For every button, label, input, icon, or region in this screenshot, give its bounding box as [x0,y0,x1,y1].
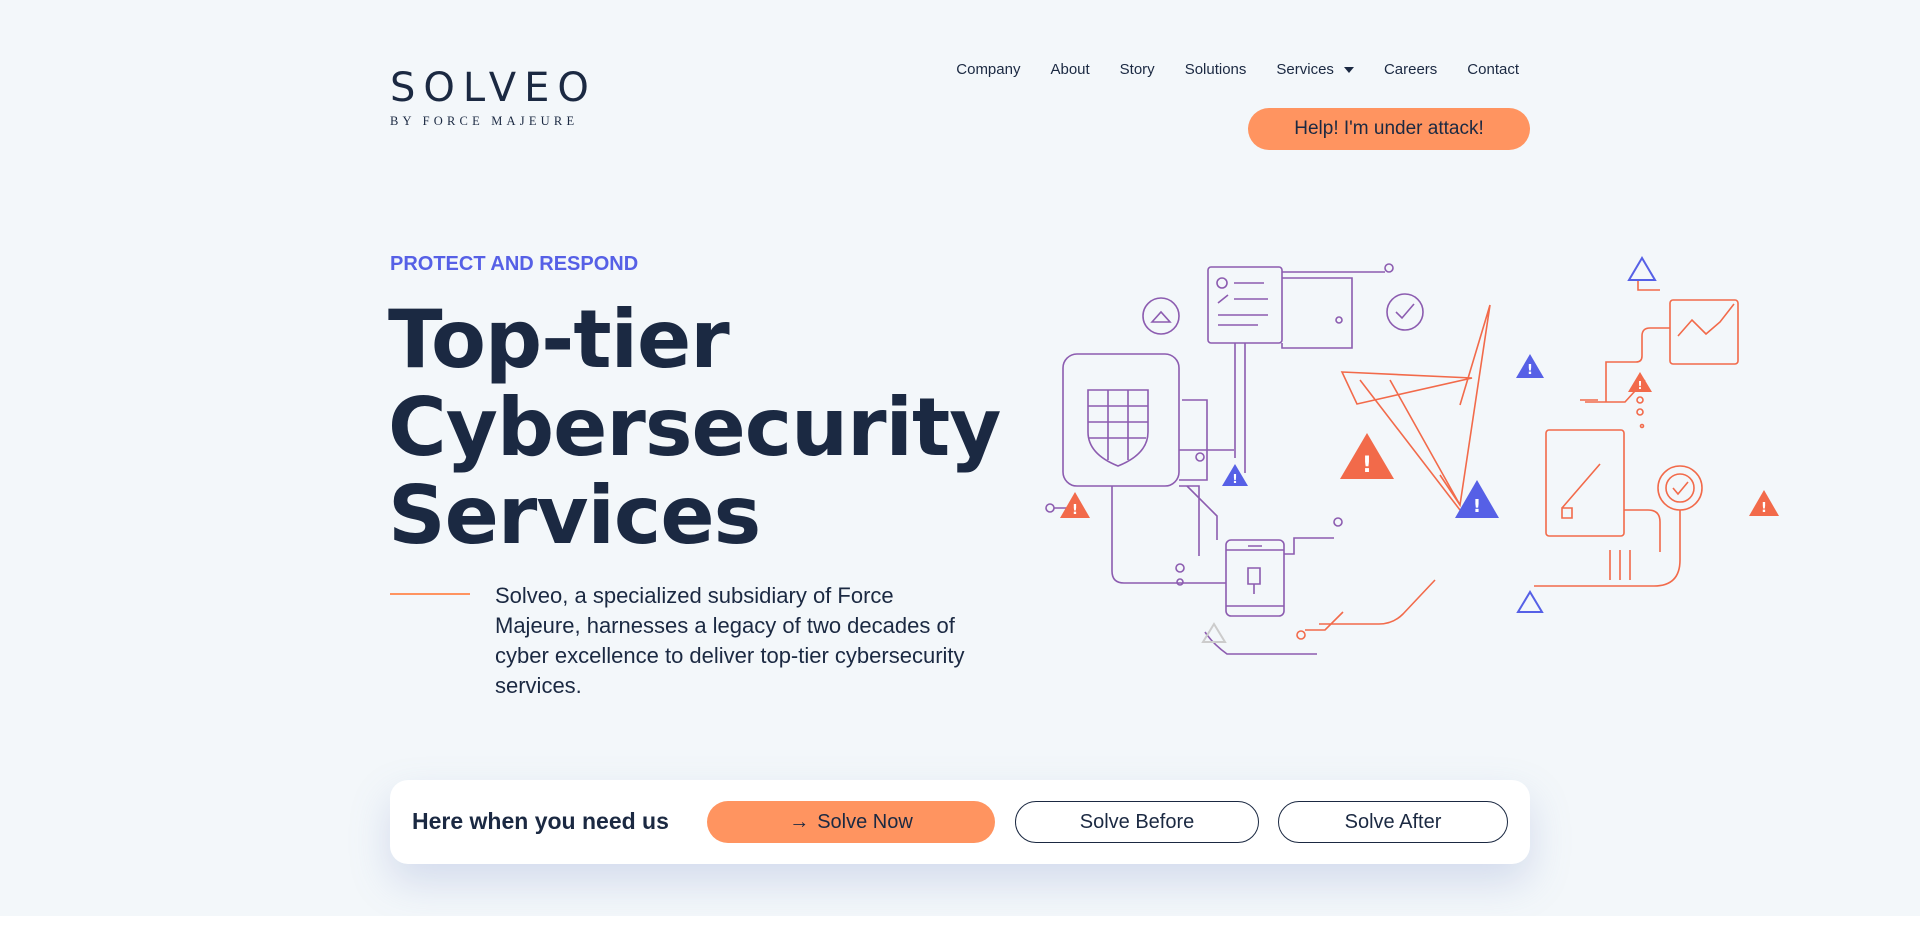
hero-eyebrow: PROTECT AND RESPOND [390,253,639,275]
alert-icons: ! ! ! ! ! ! ! [1060,256,1779,643]
nav-contact[interactable]: Contact [1467,58,1519,82]
svg-text:!: ! [1362,453,1372,478]
solve-after-button[interactable]: Solve After [1278,801,1508,843]
solve-now-label: Solve Now [817,810,913,833]
phone-icon [1225,539,1285,617]
solve-now-button[interactable]: → Solve Now [707,801,995,843]
svg-text:!: ! [1637,379,1642,392]
nav-careers[interactable]: Careers [1384,58,1437,82]
nav-company[interactable]: Company [956,58,1020,82]
hero-title-line-1: Top-tier [388,293,730,386]
svg-text:!: ! [1527,363,1533,378]
cybersecurity-illustration: ! ! ! ! ! ! ! [1045,256,1779,655]
svg-text:!: ! [1761,501,1767,516]
nav-about[interactable]: About [1050,58,1089,82]
nav-services[interactable]: Services [1276,58,1354,82]
upload-icon [1142,297,1180,335]
svg-text:!: ! [1232,472,1237,486]
arrow-right-icon: → [789,810,810,833]
main-nav: Company About Story Solutions Services C… [926,58,1519,82]
cta-bar: Here when you need us → Solve Now Solve … [390,780,1530,864]
report-icon [1545,429,1625,537]
logo-wordmark: SOLVEO [390,65,597,111]
shield-icon [1087,389,1149,467]
hero-title: Top-tier Cybersecurity Services [388,293,1001,562]
hero-title-line-2: Cybersecurity [388,381,1001,474]
description-accent-line [390,593,470,595]
hero-title-line-3: Services [388,469,761,562]
page-footer-strip [0,916,1920,938]
cta-label: Here when you need us [412,808,669,834]
shield-card-icon [1062,353,1180,487]
funnel-icon [1340,371,1473,405]
hero-description: Solveo, a specialized subsidiary of Forc… [495,583,965,698]
solve-before-button[interactable]: Solve Before [1015,801,1259,843]
nav-services-label: Services [1276,61,1334,78]
logo-tagline: BY FORCE MAJEURE [390,114,579,128]
nav-solutions[interactable]: Solutions [1185,58,1247,82]
nav-story[interactable]: Story [1120,58,1155,82]
target-icon [1657,465,1703,511]
svg-text:!: ! [1072,503,1078,518]
under-attack-button[interactable]: Help! I'm under attack! [1248,108,1530,150]
chevron-down-icon [1343,67,1354,73]
svg-text:!: ! [1473,496,1481,517]
check-circle-icon [1386,293,1424,331]
logo[interactable]: SOLVEO BY FORCE MAJEURE [390,66,590,134]
